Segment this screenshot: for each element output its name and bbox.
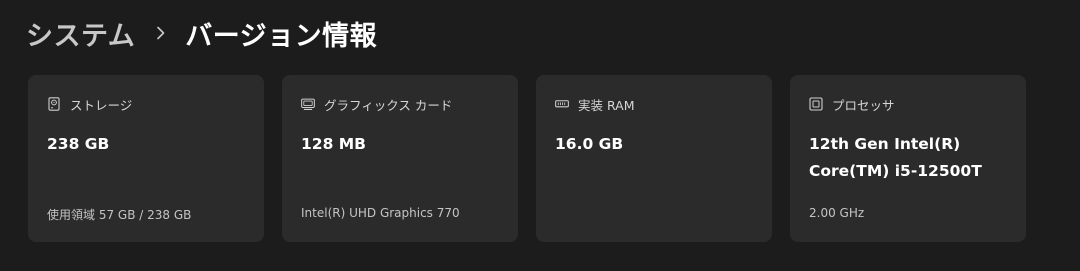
card-header: 実装 RAM bbox=[555, 95, 635, 113]
card-header: プロセッサ bbox=[809, 95, 895, 113]
chevron-right-icon bbox=[139, 26, 183, 40]
ram-icon bbox=[555, 97, 569, 111]
card-value-line: 12th Gen Intel(R) bbox=[809, 135, 961, 153]
spec-cards: ストレージ 238 GB 使用領域 57 GB / 238 GB グラフィックス… bbox=[28, 75, 1026, 242]
breadcrumb-parent-system[interactable]: システム bbox=[26, 14, 135, 53]
card-subtext: 2.00 GHz bbox=[809, 206, 865, 220]
card-value-line: Core(TM) i5-12500T bbox=[809, 162, 982, 180]
storage-card[interactable]: ストレージ 238 GB 使用領域 57 GB / 238 GB bbox=[28, 75, 264, 242]
card-subtext: 使用領域 57 GB / 238 GB bbox=[47, 208, 192, 222]
card-header: グラフィックス カード bbox=[301, 95, 452, 113]
breadcrumb: システム バージョン情報 bbox=[26, 12, 377, 54]
card-subtext: Intel(R) UHD Graphics 770 bbox=[301, 206, 460, 220]
about-page: システム バージョン情報 ストレージ 238 GB 使用領域 57 GB / 2… bbox=[0, 0, 1080, 271]
card-value: 16.0 GB bbox=[555, 135, 624, 153]
graphics-card-card[interactable]: グラフィックス カード 128 MB Intel(R) UHD Graphics… bbox=[282, 75, 518, 242]
card-value: 12th Gen Intel(R) Core(TM) i5-12500T bbox=[809, 131, 1014, 185]
card-title: 実装 RAM bbox=[578, 97, 635, 113]
card-header: ストレージ bbox=[47, 95, 132, 113]
ram-card[interactable]: 実装 RAM 16.0 GB bbox=[536, 75, 772, 242]
card-value: 128 MB bbox=[301, 135, 366, 153]
processor-icon bbox=[809, 97, 823, 111]
graphics-card-icon bbox=[301, 97, 315, 111]
processor-card[interactable]: プロセッサ 12th Gen Intel(R) Core(TM) i5-1250… bbox=[790, 75, 1026, 242]
card-title: グラフィックス カード bbox=[324, 97, 453, 113]
card-value: 238 GB bbox=[47, 135, 110, 153]
page-title: バージョン情報 bbox=[185, 20, 378, 52]
card-title: プロセッサ bbox=[832, 97, 895, 113]
storage-icon bbox=[47, 97, 61, 111]
card-title: ストレージ bbox=[70, 97, 133, 113]
